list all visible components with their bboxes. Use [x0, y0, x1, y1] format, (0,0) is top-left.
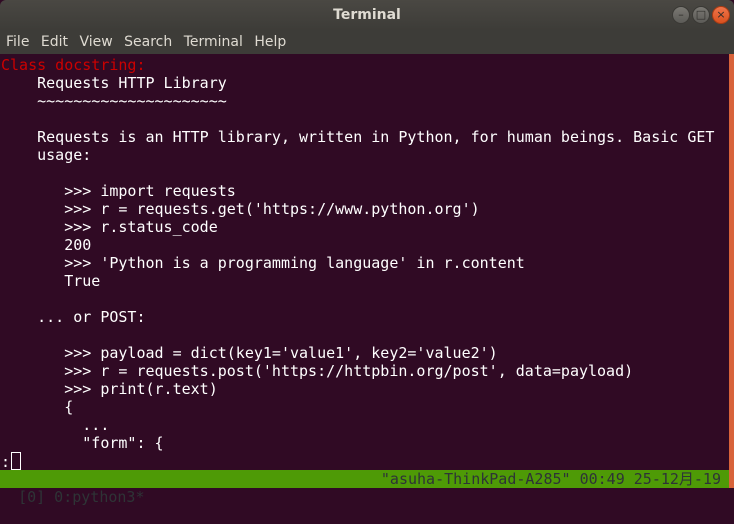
- terminal-line: Class docstring:: [1, 56, 146, 74]
- terminal-line: >>> 'Python is a programming language' i…: [1, 254, 525, 272]
- menu-terminal[interactable]: Terminal: [184, 34, 243, 50]
- tmux-status-bar: [0] 0:python3* "asuha-ThinkPad-A285" 00:…: [0, 470, 729, 506]
- terminal-line: >>> payload = dict(key1='value1', key2='…: [1, 344, 498, 362]
- terminal-line: >>> r = requests.get('https://www.python…: [1, 200, 480, 218]
- terminal-line: >>> import requests: [1, 182, 236, 200]
- terminal-line: ...: [1, 416, 110, 434]
- terminal-line: True: [1, 272, 101, 290]
- terminal-line: 200: [1, 236, 92, 254]
- terminal-line: ~~~~~~~~~~~~~~~~~~~~~: [1, 92, 227, 110]
- terminal-line: "form": {: [1, 434, 164, 452]
- terminal-line: Requests HTTP Library: [1, 74, 227, 92]
- menu-view[interactable]: View: [79, 34, 112, 50]
- menu-bar: File Edit View Search Terminal Help: [0, 30, 734, 54]
- terminal-line: >>> r.status_code: [1, 218, 218, 236]
- cursor: [11, 452, 22, 470]
- menu-file[interactable]: File: [6, 34, 29, 50]
- tmux-status-right: "asuha-ThinkPad-A285" 00:49 25-12月-19: [380, 470, 721, 488]
- close-button[interactable]: ×: [712, 6, 730, 24]
- terminal-output[interactable]: Class docstring: Requests HTTP Library ~…: [1, 56, 727, 452]
- terminal-line: {: [1, 398, 74, 416]
- scrollbar[interactable]: [729, 54, 734, 488]
- terminal-line: >>> r = requests.post('https://httpbin.o…: [1, 362, 634, 380]
- menu-search[interactable]: Search: [124, 34, 172, 50]
- terminal-line: ... or POST:: [1, 308, 146, 326]
- tmux-window-list[interactable]: [0] 0:python3*: [18, 488, 144, 506]
- minimize-button[interactable]: –: [672, 6, 690, 24]
- window-title: Terminal: [333, 7, 401, 23]
- terminal-line: Requests is an HTTP library, written in …: [1, 128, 715, 146]
- terminal-line: usage:: [1, 146, 92, 164]
- menu-edit[interactable]: Edit: [41, 34, 68, 50]
- prompt-text: :: [1, 453, 11, 471]
- terminal-line: >>> print(r.text): [1, 380, 218, 398]
- pager-prompt[interactable]: :: [1, 452, 727, 471]
- menu-help[interactable]: Help: [254, 34, 286, 50]
- maximize-button[interactable]: □: [692, 6, 710, 24]
- title-bar: Terminal – □ ×: [0, 0, 734, 30]
